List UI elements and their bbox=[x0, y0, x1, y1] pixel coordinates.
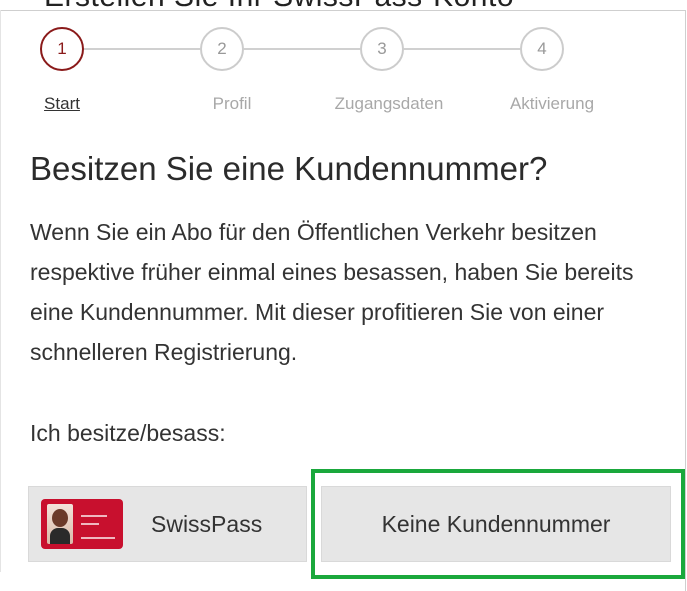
step-4-circle: 4 bbox=[520, 27, 564, 71]
step-2-label: Profil bbox=[212, 94, 252, 113]
no-customer-number-button[interactable]: Keine Kundennummer bbox=[321, 486, 671, 562]
page-title: Besitzen Sie eine Kundennummer? bbox=[30, 150, 548, 187]
step-3-label: Zugangsdaten bbox=[334, 94, 444, 113]
swisspass-option-label: SwissPass bbox=[151, 510, 263, 537]
intro-text: Wenn Sie ein Abo für den Öffentlichen Ve… bbox=[30, 219, 634, 365]
step-connector bbox=[84, 48, 200, 50]
step-1-circle[interactable]: 1 bbox=[40, 27, 84, 71]
step-connector bbox=[244, 48, 360, 50]
step-3-circle: 3 bbox=[360, 27, 404, 71]
step-4-label: Aktivierung bbox=[509, 94, 595, 113]
step-1-label[interactable]: Start bbox=[44, 94, 80, 114]
swisspass-option-button[interactable]: SwissPass bbox=[28, 486, 307, 562]
no-customer-number-label: Keine Kundennummer bbox=[381, 510, 611, 537]
step-connector bbox=[404, 48, 520, 50]
swisspass-card-icon bbox=[41, 499, 123, 549]
panel-border bbox=[0, 10, 1, 572]
owns-label: Ich besitze/besass: bbox=[30, 420, 226, 446]
step-2-circle: 2 bbox=[200, 27, 244, 71]
